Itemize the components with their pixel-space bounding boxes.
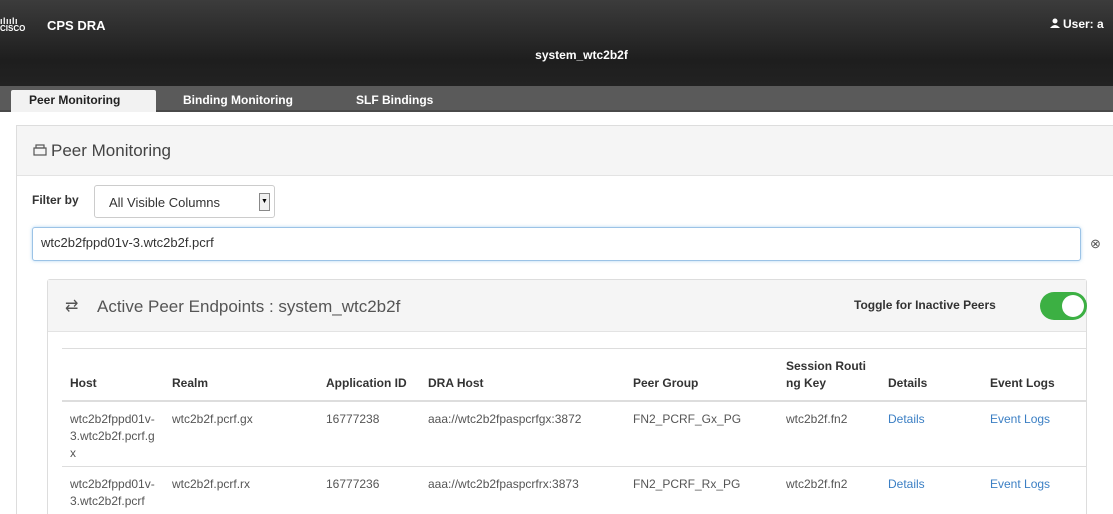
- cell-realm: wtc2b2f.pcrf.gx: [164, 400, 318, 467]
- top-bar: ılıılı CISCO CPS DRA User: a system_wtc2…: [0, 0, 1113, 86]
- event-logs-link[interactable]: Event Logs: [990, 412, 1050, 426]
- system-title-text: system_wtc2b2f: [535, 48, 628, 62]
- user-label: User: a: [1063, 17, 1104, 31]
- tab-bar: Peer Monitoring Binding Monitoring SLF B…: [0, 86, 1113, 112]
- system-title: system_wtc2b2f: [0, 46, 1113, 64]
- details-link[interactable]: Details: [888, 477, 925, 491]
- exchange-arrows-icon: ⇄: [65, 298, 79, 315]
- clear-circle-icon[interactable]: ⊗: [1090, 236, 1101, 252]
- filter-label: Filter by: [32, 193, 79, 207]
- cell-application-id: 16777238: [318, 400, 420, 467]
- col-event-logs[interactable]: Event Logs: [982, 348, 1087, 402]
- cisco-logo: ılıılı CISCO: [0, 17, 26, 33]
- tab-binding-monitoring[interactable]: Binding Monitoring: [183, 90, 293, 112]
- app-title: CPS DRA: [47, 18, 106, 33]
- cell-session-routing-key: wtc2b2f.fn2: [778, 466, 880, 514]
- cell-realm: wtc2b2f.pcrf.rx: [164, 466, 318, 514]
- col-peer-group[interactable]: Peer Group: [625, 348, 778, 402]
- tab-slf-bindings[interactable]: SLF Bindings: [356, 90, 433, 112]
- filter-select[interactable]: All Visible Columns ▼: [94, 185, 275, 218]
- panel-title: Peer Monitoring: [51, 140, 172, 160]
- cell-host: wtc2b2fppd01v-3.wtc2b2f.pcrf: [62, 466, 164, 514]
- toggle-knob: [1062, 295, 1084, 317]
- table-header-row: Host Realm Application ID DRA Host Peer …: [62, 348, 1087, 402]
- table-row: wtc2b2fppd01v-3.wtc2b2f.pcrf.gx wtc2b2f.…: [62, 400, 1087, 467]
- col-details[interactable]: Details: [880, 348, 982, 402]
- col-host[interactable]: Host: [62, 348, 164, 402]
- cell-dra-host: aaa://wtc2b2fpaspcrfgx:3872: [420, 400, 625, 467]
- event-logs-link[interactable]: Event Logs: [990, 477, 1050, 491]
- col-dra-host[interactable]: DRA Host: [420, 348, 625, 402]
- printer-icon: [33, 143, 47, 159]
- cell-host: wtc2b2fppd01v-3.wtc2b2f.pcrf.gx: [62, 400, 164, 467]
- search-input[interactable]: [41, 235, 1071, 250]
- col-application-id[interactable]: Application ID: [318, 348, 420, 402]
- user-icon: [1050, 17, 1060, 31]
- user-menu[interactable]: User: a: [1050, 17, 1104, 31]
- cell-application-id: 16777236: [318, 466, 420, 514]
- subpanel-header: ⇄ Active Peer Endpoints : system_wtc2b2f…: [48, 280, 1087, 332]
- peer-endpoints-table: Host Realm Application ID DRA Host Peer …: [62, 348, 1087, 514]
- dropdown-arrow-icon[interactable]: ▼: [259, 193, 270, 211]
- logo-word: CISCO: [0, 24, 26, 33]
- search-field[interactable]: [32, 227, 1081, 261]
- cell-dra-host: aaa://wtc2b2fpaspcrfrx:3873: [420, 466, 625, 514]
- subpanel-title: Active Peer Endpoints : system_wtc2b2f: [97, 297, 401, 316]
- tab-peer-monitoring[interactable]: Peer Monitoring: [11, 90, 156, 112]
- toggle-label: Toggle for Inactive Peers: [854, 298, 996, 312]
- panel-header: Peer Monitoring: [17, 126, 1113, 176]
- cell-session-routing-key: wtc2b2f.fn2: [778, 400, 880, 467]
- col-session-routing-key[interactable]: Session Routing Key: [778, 348, 880, 402]
- cell-peer-group: FN2_PCRF_Gx_PG: [625, 400, 778, 467]
- filter-select-value: All Visible Columns: [109, 195, 221, 210]
- details-link[interactable]: Details: [888, 412, 925, 426]
- col-realm[interactable]: Realm: [164, 348, 318, 402]
- table-row: wtc2b2fppd01v-3.wtc2b2f.pcrf wtc2b2f.pcr…: [62, 466, 1087, 514]
- inactive-peers-toggle[interactable]: [1040, 292, 1087, 320]
- cell-peer-group: FN2_PCRF_Rx_PG: [625, 466, 778, 514]
